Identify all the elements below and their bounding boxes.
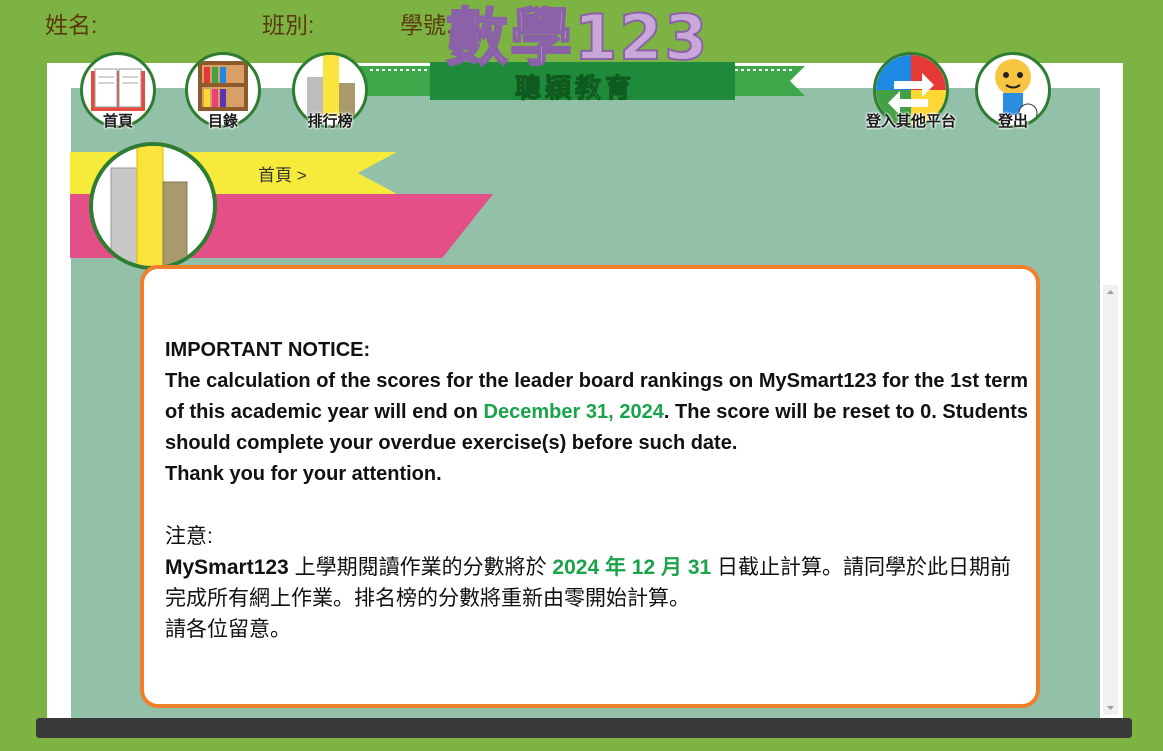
breadcrumb[interactable]: 首頁 > <box>258 161 307 186</box>
name-label: 姓名: <box>45 12 98 38</box>
scroll-up-arrow-icon[interactable] <box>1103 285 1118 299</box>
logo-title: 數學123 <box>445 1 710 74</box>
notice-zh-brand: MySmart123 <box>165 556 289 579</box>
notice-body: The calculation of the scores for the le… <box>165 366 1028 459</box>
nav-home-button[interactable]: 首頁 <box>78 52 158 130</box>
nav-home-label: 首頁 <box>102 113 133 130</box>
board-ledge <box>36 718 1132 738</box>
notice-deadline-date: December 31, 2024 <box>483 401 664 423</box>
scroll-down-arrow-icon[interactable] <box>1103 701 1118 715</box>
notice-zh-body: MySmart123 上學期閱讀作業的分數將於 2024 年 12 月 31 日… <box>165 552 1028 614</box>
nav-ranking-label: 排行榜 <box>307 113 353 130</box>
nav-catalog-button[interactable]: 目錄 <box>183 52 263 130</box>
important-notice-panel: IMPORTANT NOTICE: The calculation of the… <box>140 265 1040 708</box>
notice-chinese: 注意: MySmart123 上學期閱讀作業的分數將於 2024 年 12 月 … <box>165 521 1028 645</box>
notice-heading: IMPORTANT NOTICE: <box>165 339 371 361</box>
notice-zh-part1: 上學期閱讀作業的分數將於 <box>288 556 553 579</box>
nav-other-platforms-label: 登入其他平台 <box>865 113 956 130</box>
nav-catalog-label: 目錄 <box>207 113 238 130</box>
scrollbar[interactable] <box>1103 285 1118 715</box>
notice-zh-deadline-date: 2024 年 12 月 31 <box>552 556 712 579</box>
nav-other-platforms-button[interactable]: 登入其他平台 <box>858 52 964 130</box>
nav-logout-label: 登出 <box>997 113 1028 130</box>
nav-logout-button[interactable]: 登出 <box>973 52 1053 130</box>
logo-subtitle: 聰穎教育 <box>514 73 635 104</box>
logo: 數學123 聰穎教育 <box>360 2 805 112</box>
notice-zh-thanks: 請各位留意。 <box>165 618 291 641</box>
class-label: 班別: <box>262 12 315 38</box>
notice-zh-heading: 注意: <box>165 525 213 548</box>
notice-thanks: Thank you for your attention. <box>165 463 442 485</box>
notice-english: IMPORTANT NOTICE: The calculation of the… <box>165 335 1028 490</box>
podium-icon <box>89 142 217 270</box>
nav-ranking-button[interactable]: 排行榜 <box>290 52 370 130</box>
